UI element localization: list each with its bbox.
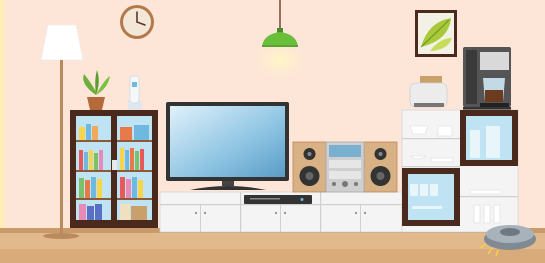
stereo-system: [325, 141, 365, 193]
right-speaker: [363, 141, 398, 193]
dvd-player: [244, 195, 312, 204]
display-cabinet: [401, 109, 519, 233]
floor-front: [0, 249, 545, 263]
framed-plant-picture: [415, 10, 457, 57]
wall-clock: [120, 5, 154, 39]
wall-light-edge: [0, 0, 10, 230]
flat-screen-tv: [166, 102, 289, 190]
coffee-maker: [463, 47, 511, 110]
left-speaker: [292, 141, 327, 193]
bookshelf-cabinet: [70, 110, 158, 228]
living-room-scene: [0, 0, 545, 263]
